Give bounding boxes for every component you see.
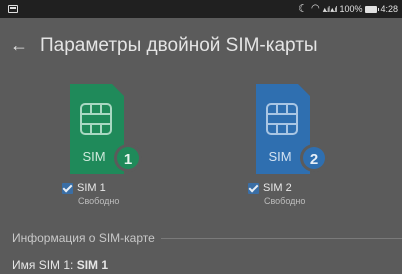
sim-2-status: Свободно	[264, 196, 306, 206]
page-title: Параметры двойной SIM-карты	[40, 35, 318, 56]
sim-2-label: SIM 2	[263, 182, 292, 194]
battery-percent: 100%	[339, 4, 363, 14]
toolbar: ← Параметры двойной SIM-карты	[0, 18, 402, 74]
sim-2-card-text: SIM	[268, 149, 291, 164]
sim-card-1[interactable]: SIM 1 SIM 1 Свободно	[62, 84, 202, 214]
section-divider	[160, 237, 402, 239]
section-header-sim-info: Информация о SIM-карте	[12, 228, 402, 248]
status-icons: ☾ ◠ ▴.ıl ▴.ıl 100% 4:28	[298, 2, 398, 16]
sim-1-number: 1	[124, 151, 132, 168]
sim-1-name-label: Имя SIM 1:	[12, 258, 77, 272]
signal-icon: ▴.ıl ▴.ıl	[322, 4, 338, 14]
sim-1-name-row[interactable]: Имя SIM 1: SIM 1	[12, 258, 108, 272]
battery-icon	[365, 5, 380, 13]
back-arrow-icon[interactable]: ←	[10, 36, 30, 54]
clock: 4:28	[380, 4, 398, 14]
sim-2-toggle[interactable]: SIM 2	[248, 182, 292, 194]
sim-1-name-value: SIM 1	[76, 258, 109, 272]
section-title: Информация о SIM-карте	[12, 231, 155, 245]
sim-2-number: 2	[310, 151, 318, 168]
sim-1-card-text: SIM	[82, 149, 105, 164]
sim-1-toggle[interactable]: SIM 1	[62, 182, 106, 194]
sim-2-icon: SIM 2	[256, 84, 328, 174]
sim-1-label: SIM 1	[77, 182, 106, 194]
sim-1-icon: SIM 1	[70, 84, 142, 174]
sim-1-checkbox[interactable]	[62, 182, 73, 194]
moon-icon: ☾	[298, 3, 308, 15]
wifi-icon: ◠	[311, 3, 320, 14]
sim-2-checkbox[interactable]	[248, 182, 259, 194]
status-bar: ☾ ◠ ▴.ıl ▴.ıl 100% 4:28	[0, 0, 402, 18]
sim-1-status: Свободно	[78, 196, 120, 206]
sim-card-2[interactable]: SIM 2 SIM 2 Свободно	[248, 84, 388, 214]
notification-icon	[8, 5, 18, 13]
